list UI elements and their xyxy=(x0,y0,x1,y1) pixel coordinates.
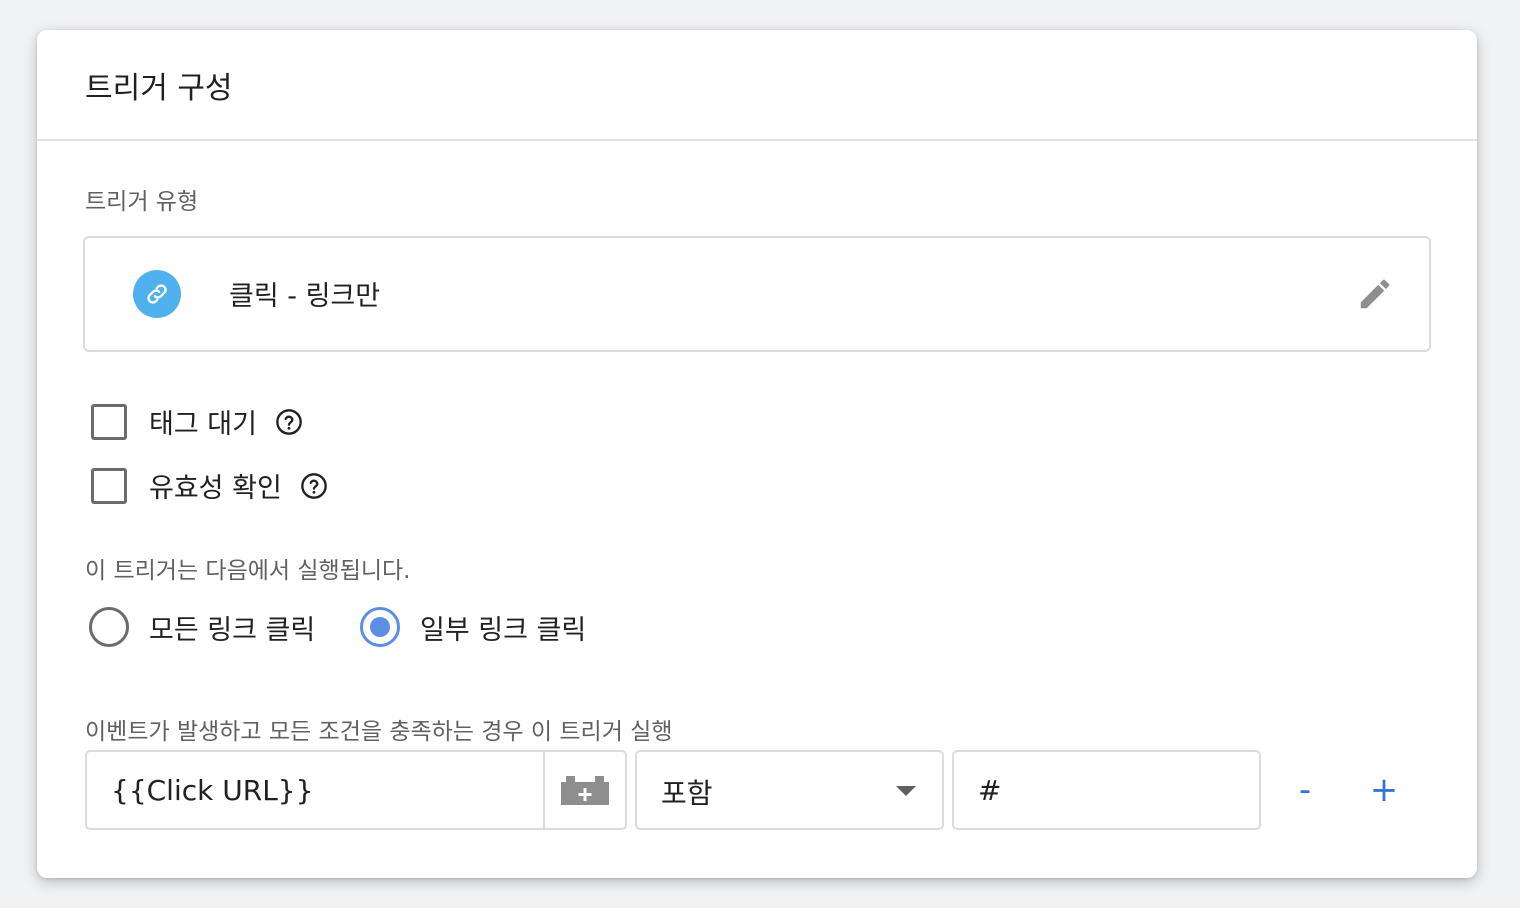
value-text: # xyxy=(978,774,1002,807)
pencil-icon[interactable] xyxy=(1355,274,1395,314)
some-link-clicks-radio[interactable] xyxy=(360,607,400,647)
help-icon[interactable] xyxy=(275,408,303,436)
all-link-clicks-option: 모든 링크 클릭 xyxy=(89,607,315,647)
radio-selected-dot xyxy=(370,617,390,637)
operator-value: 포함 xyxy=(661,777,713,810)
minus-icon: - xyxy=(1298,770,1312,810)
card-header: 트리거 구성 xyxy=(37,30,1477,141)
plus-icon: + xyxy=(1369,770,1399,810)
variable-field[interactable]: {{Click URL}} xyxy=(85,750,627,830)
condition-label: 이벤트가 발생하고 모든 조건을 충족하는 경우 이 트리거 실행 xyxy=(85,719,673,745)
fires-on-label: 이 트리거는 다음에서 실행됩니다. xyxy=(85,558,411,584)
variable-picker-button[interactable] xyxy=(543,752,625,828)
wait-for-tags-checkbox[interactable] xyxy=(91,403,127,440)
variable-value: {{Click URL}} xyxy=(111,774,314,807)
add-variable-icon xyxy=(561,776,609,805)
check-validation-checkbox[interactable] xyxy=(91,467,127,504)
wait-for-tags-option: 태그 대기 xyxy=(91,402,303,441)
wait-for-tags-label: 태그 대기 xyxy=(149,409,257,440)
add-condition-button[interactable]: + xyxy=(1362,768,1406,812)
some-link-clicks-option: 일부 링크 클릭 xyxy=(360,607,586,647)
trigger-type-name: 클릭 - 링크만 xyxy=(229,281,381,312)
remove-condition-button[interactable]: - xyxy=(1283,768,1327,812)
trigger-config-card: 트리거 구성 트리거 유형 클릭 - 링크만 태그 대기 유효성 확인 이 트리… xyxy=(37,30,1477,878)
dropdown-caret-icon xyxy=(896,786,916,796)
all-link-clicks-label: 모든 링크 클릭 xyxy=(149,614,316,646)
operator-select[interactable]: 포함 xyxy=(635,750,944,830)
check-validation-option: 유효성 확인 xyxy=(91,466,328,505)
trigger-type-selector[interactable]: 클릭 - 링크만 xyxy=(83,236,1431,352)
link-icon xyxy=(133,270,181,318)
check-validation-label: 유효성 확인 xyxy=(149,473,282,504)
some-link-clicks-label: 일부 링크 클릭 xyxy=(420,614,587,646)
card-title: 트리거 구성 xyxy=(85,70,233,106)
help-icon[interactable] xyxy=(300,472,328,500)
value-input[interactable]: # xyxy=(952,750,1261,830)
all-link-clicks-radio[interactable] xyxy=(89,607,129,647)
trigger-type-label: 트리거 유형 xyxy=(85,189,199,215)
